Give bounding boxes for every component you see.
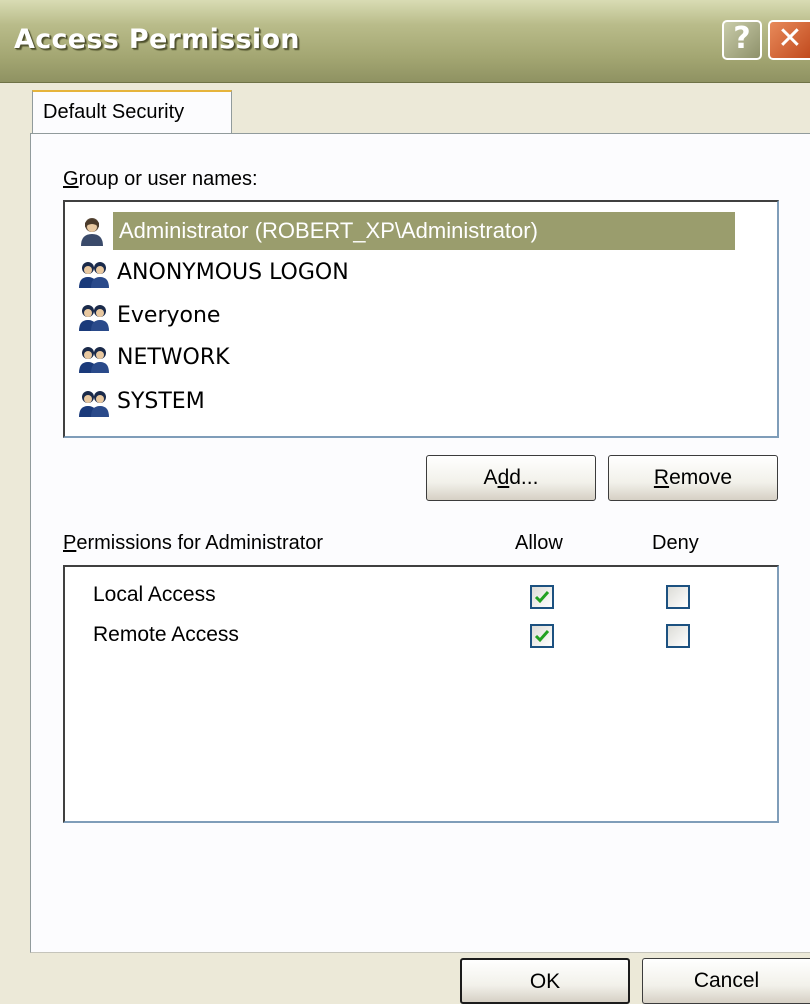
permission-name-remote-access: Remote Access [93,623,239,646]
permissions-list: Local Access Remote Access [63,565,779,823]
tab-default-security[interactable]: Default Security [32,90,232,134]
remote-access-deny-checkbox[interactable] [666,624,690,648]
add-button[interactable]: Add... [426,455,596,501]
close-button[interactable]: ✕ [768,20,810,60]
allow-header: Allow [515,532,563,554]
local-access-deny-checkbox[interactable] [666,585,690,609]
group-icon [79,391,109,417]
checkmark-icon [534,630,550,643]
deny-header: Deny [652,532,699,554]
remote-access-allow-checkbox[interactable] [530,624,554,648]
help-button[interactable]: ? [722,20,762,60]
ok-button[interactable]: OK [460,958,630,1004]
title-bar: Access Permission ? ✕ [0,0,810,83]
user-icon [81,218,103,246]
local-access-allow-checkbox[interactable] [530,585,554,609]
permission-name-local-access: Local Access [93,583,216,606]
group-user-list[interactable]: Administrator (ROBERT_XP\Administrator) … [63,200,779,438]
cancel-button[interactable]: Cancel [642,958,810,1004]
group-names-label: Group or user names: [63,168,258,190]
remove-button[interactable]: Remove [608,455,778,501]
group-icon [79,262,109,288]
permissions-label: Permissions for Administrator [63,532,324,554]
window-title: Access Permission [14,24,300,55]
group-icon [79,305,109,331]
checkmark-icon [534,591,550,604]
group-icon [79,347,109,373]
